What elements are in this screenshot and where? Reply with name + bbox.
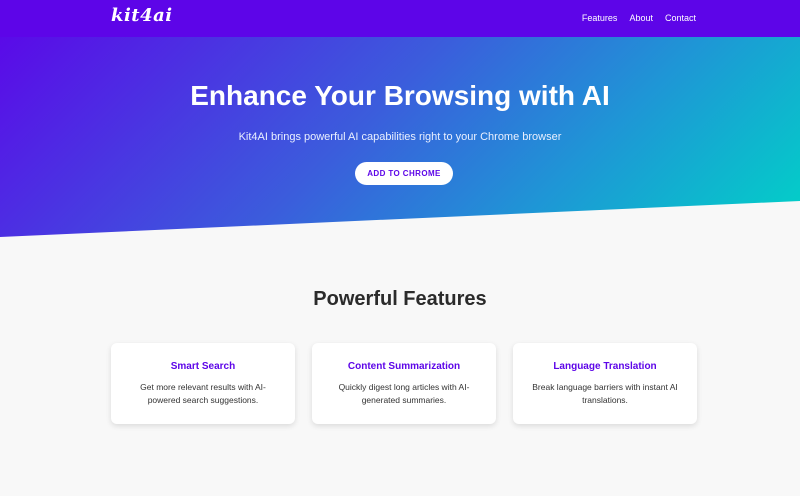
feature-card-smart-search: Smart Search Get more relevant results w…	[111, 343, 295, 424]
nav-link-features[interactable]: Features	[582, 13, 618, 23]
nav-link-about[interactable]: About	[629, 13, 653, 23]
feature-card-title: Smart Search	[170, 361, 236, 372]
logo[interactable]: kit4ai	[111, 5, 173, 26]
hero-title: Enhance Your Browsing with AI	[190, 80, 610, 111]
feature-card-content-summarization: Content Summarization Quickly digest lon…	[312, 343, 496, 424]
feature-card-description: Get more relevant results with AI-powere…	[140, 382, 266, 405]
feature-card-description: Quickly digest long articles with AI-gen…	[338, 382, 470, 405]
add-to-chrome-button[interactable]: ADD TO CHROME	[355, 162, 453, 185]
nav-links: Features About Contact	[582, 13, 696, 23]
navbar: kit4ai Features About Contact	[0, 0, 800, 37]
nav-link-contact[interactable]: Contact	[665, 13, 696, 23]
feature-card-title: Content Summarization	[347, 361, 461, 372]
feature-card-description: Break language barriers with instant AI …	[532, 382, 678, 405]
hero-subtitle: Kit4AI brings powerful AI capabilities r…	[238, 131, 562, 143]
feature-card-title: Language Translation	[553, 361, 657, 372]
feature-card-language-translation: Language Translation Break language barr…	[513, 343, 697, 424]
features-title: Powerful Features	[313, 288, 487, 310]
feature-cards: Smart Search Get more relevant results w…	[111, 343, 697, 424]
